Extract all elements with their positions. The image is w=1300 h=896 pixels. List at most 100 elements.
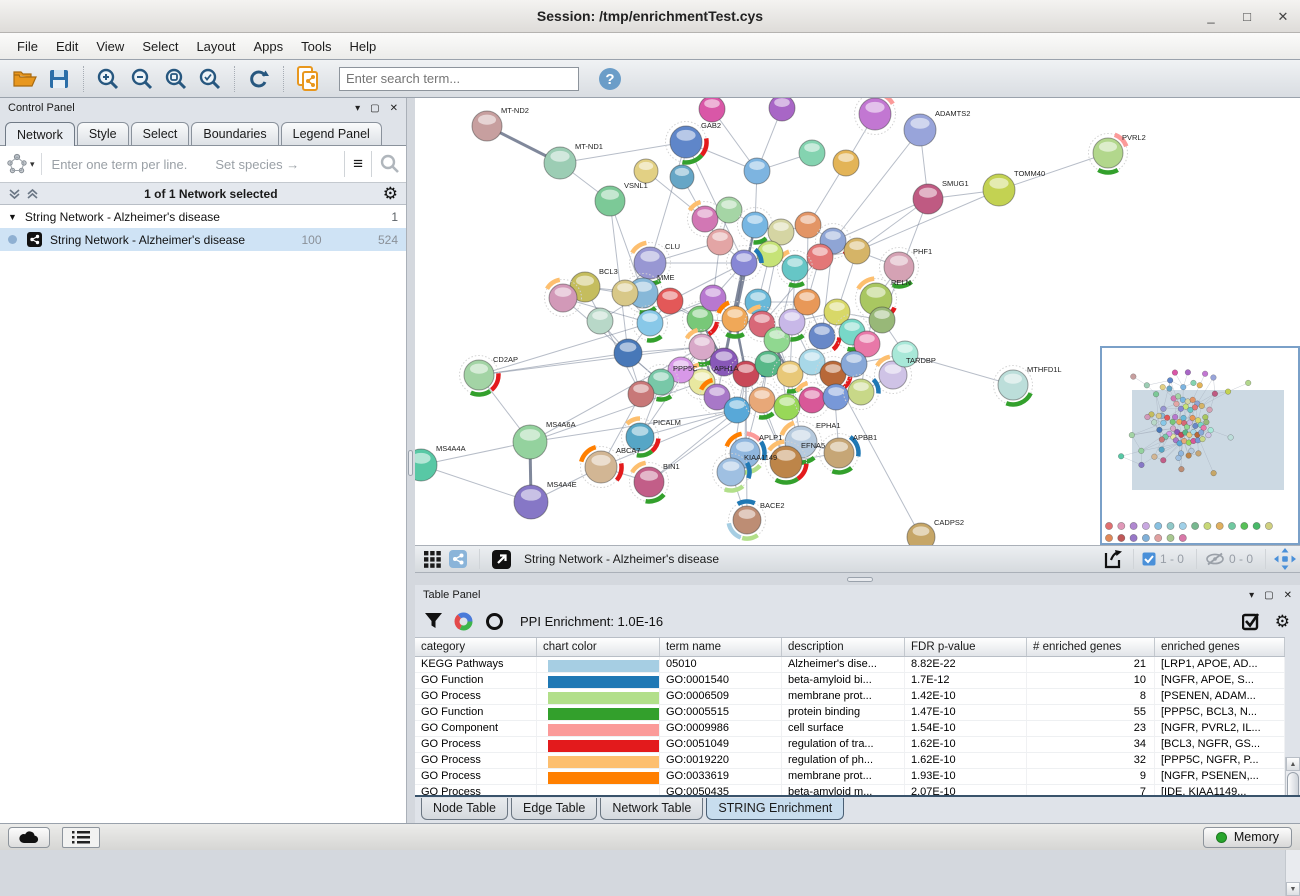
maximize-button[interactable]: □ [1240,9,1254,24]
network-node[interactable] [724,397,750,423]
network-node[interactable] [544,147,576,179]
network-node[interactable] [612,280,638,306]
network-node[interactable] [670,165,694,189]
tab-node-table[interactable]: Node Table [421,798,508,820]
zoom-out-button[interactable] [125,64,159,94]
tab-network-table[interactable]: Network Table [600,798,703,820]
network-node[interactable] [983,174,1015,206]
string-search-icon[interactable] [380,154,400,174]
network-node[interactable] [823,384,849,410]
network-node[interactable] [807,244,833,270]
memory-button[interactable]: Memory [1203,827,1292,848]
network-node[interactable] [855,98,896,135]
network-node[interactable] [513,425,547,459]
network-node[interactable] [472,111,502,141]
menu-item-view[interactable]: View [89,36,131,57]
share-view-button[interactable] [445,548,471,570]
refresh-button[interactable] [242,64,276,94]
panel-splitter-vertical[interactable] [407,98,415,823]
network-node[interactable] [799,140,825,166]
table-row[interactable]: GO ProcessGO:0033619membrane prot...1.93… [415,769,1285,785]
table-row[interactable]: GO ComponentGO:0009986cell surface1.54E-… [415,721,1285,737]
network-node[interactable] [869,307,895,333]
column-header-category[interactable]: category [415,638,537,656]
scroll-up-arrow[interactable]: ▲ [1286,757,1300,771]
table-row[interactable]: GO FunctionGO:0005515protein binding1.47… [415,705,1285,721]
network-node[interactable] [844,238,870,264]
network-node[interactable] [907,523,935,545]
network-node[interactable] [595,186,625,216]
zoom-in-button[interactable] [91,64,125,94]
table-row[interactable]: GO FunctionGO:0001540beta-amyloid bi...1… [415,673,1285,689]
tab-string-enrichment[interactable]: STRING Enrichment [706,798,844,820]
table-panel-close-icon[interactable]: ✕ [1284,590,1292,601]
menu-item-layout[interactable]: Layout [189,36,242,57]
network-node[interactable] [707,229,733,255]
panel-splitter-horizontal[interactable] [415,573,1300,585]
panel-float-icon[interactable]: ▾ [355,103,360,114]
filter-icon[interactable] [425,613,442,629]
tab-style[interactable]: Style [77,122,129,145]
enrichment-settings-gear-icon[interactable]: ⚙ [1275,613,1290,630]
table-row[interactable]: GO ProcessGO:0019220regulation of ph...1… [415,753,1285,769]
table-row[interactable]: GO ProcessGO:0006509membrane prot...1.42… [415,689,1285,705]
column-header-term-name[interactable]: term name [660,638,782,656]
tab-select[interactable]: Select [131,122,190,145]
chart-color-donut-icon[interactable] [454,612,473,631]
string-protein-query-dropdown[interactable]: ▾ [6,153,42,175]
menu-item-file[interactable]: File [10,36,45,57]
selected-checkbox-icon[interactable] [1142,552,1156,566]
column-header-chart-color[interactable]: chart color [537,638,660,656]
zoom-selected-button[interactable] [193,64,227,94]
birdseye-toggle-icon[interactable] [1274,548,1296,570]
network-panel-gear-icon[interactable]: ⚙ [383,185,398,202]
network-node[interactable] [769,98,795,121]
table-row[interactable]: KEGG Pathways05010Alzheimer's dise...8.8… [415,657,1285,673]
menu-item-tools[interactable]: Tools [294,36,338,57]
close-button[interactable]: ✕ [1276,9,1290,25]
tree-expand-icon[interactable]: ▼ [8,212,17,222]
tab-legend-panel[interactable]: Legend Panel [281,122,382,145]
collapse-all-icon[interactable] [8,188,21,200]
network-node[interactable] [614,339,642,367]
help-button[interactable]: ? [593,64,627,94]
expand-all-icon[interactable] [26,188,39,200]
ring-chart-icon[interactable] [485,612,504,631]
menu-item-help[interactable]: Help [343,36,384,57]
network-node[interactable] [904,114,936,146]
scroll-down-arrow[interactable]: ▼ [1286,882,1300,896]
panel-close-icon[interactable]: ✕ [390,103,398,114]
network-node[interactable] [727,246,762,281]
network-node[interactable] [795,212,821,238]
network-node[interactable] [628,381,654,407]
table-panel-float-icon[interactable]: ▾ [1249,590,1254,601]
tab-network[interactable]: Network [5,122,75,146]
table-row[interactable]: GO ProcessGO:0051049regulation of tra...… [415,737,1285,753]
string-options-menu-icon[interactable]: ≡ [353,154,363,174]
network-node[interactable] [794,289,820,315]
network-node[interactable] [587,308,613,334]
network-node[interactable] [634,159,658,183]
birds-eye-view[interactable] [1100,346,1300,545]
network-collection-row[interactable]: ▼ String Network - Alzheimer's disease 1 [0,205,406,228]
search-input[interactable] [339,67,579,91]
network-node[interactable] [841,351,867,377]
clone-network-button[interactable] [291,64,325,94]
network-node[interactable] [744,158,770,184]
select-rows-checkbox-icon[interactable] [1242,612,1261,631]
network-node[interactable] [514,485,548,519]
tab-boundaries[interactable]: Boundaries [191,122,278,145]
network-node[interactable] [774,394,800,420]
hidden-eye-icon[interactable] [1205,552,1225,566]
open-session-button[interactable] [8,64,42,94]
network-row[interactable]: String Network - Alzheimer's disease 100… [0,228,406,251]
column-header-description[interactable]: description [782,638,905,656]
panel-undock-icon[interactable]: ▢ [370,103,379,114]
save-session-button[interactable] [42,64,76,94]
birdseye-viewport[interactable] [1132,390,1284,490]
column-header-enriched-genes[interactable]: enriched genes [1155,638,1285,656]
table-panel-undock-icon[interactable]: ▢ [1264,590,1273,601]
network-node[interactable] [738,208,773,243]
cloud-tasks-button[interactable] [8,827,50,848]
string-query-placeholder[interactable]: Enter one term per line. [52,157,188,172]
